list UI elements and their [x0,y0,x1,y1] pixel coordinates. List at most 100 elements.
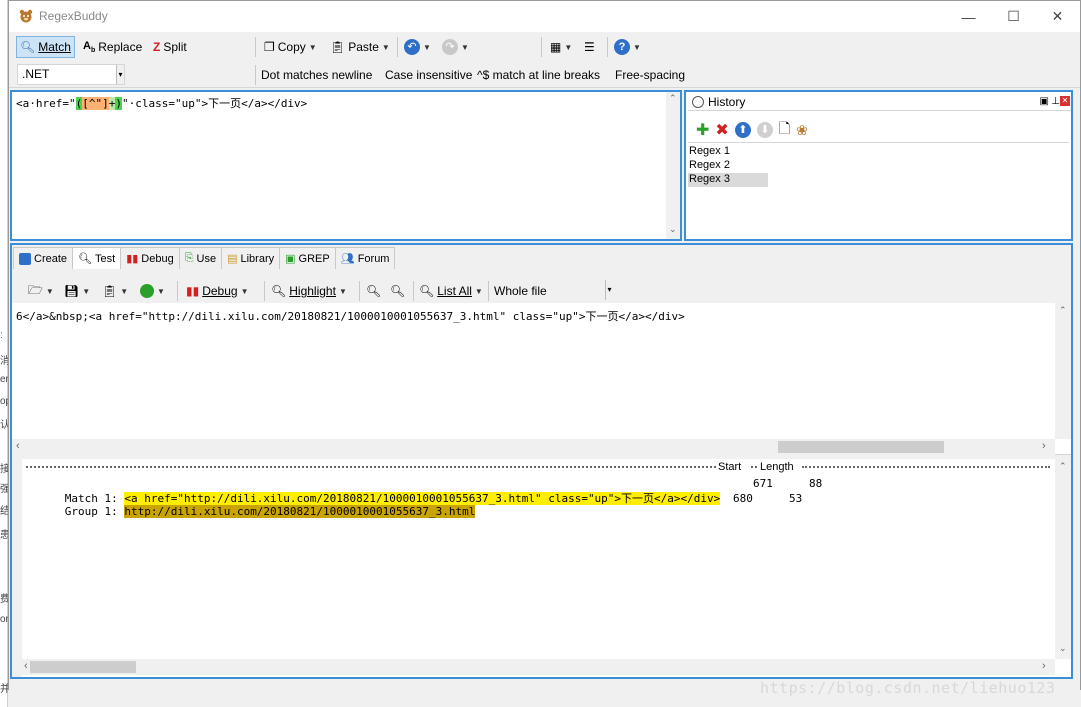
save-icon: 💾︎ [64,284,80,298]
split-button[interactable]: Z Split [150,36,190,58]
tab-bar: Create 🔍︎ Test ▮▮ Debug ⎘ Use ▤ Library … [13,247,396,269]
options-toolbar: .NET ▾ Dot matches newline Case insensit… [9,61,1080,88]
forum-icon: 👥︎ [340,253,355,265]
help-button[interactable]: ? ▼ [611,36,644,58]
tab-library[interactable]: ▤ Library [221,247,281,269]
library-icon: ▤ [227,253,238,265]
tab-create[interactable]: Create [13,247,74,269]
tab-debug[interactable]: ▮▮ Debug [120,247,180,269]
tab-grep[interactable]: ▣ GREP [279,247,336,269]
history-item-selected[interactable]: Regex 3 [688,173,768,187]
highlight-button[interactable]: 🔍︎ Highlight ▼ [268,280,350,302]
scroll-down-icon: ⌄ [669,224,677,234]
test-toolbar: 🗁︎ ▼ 💾︎ ▼ 📋︎ ▼ ▼ ▮▮ Debug ▼ 🔍︎ Highlight ▼ 🔍︎… [19,277,1080,303]
results-header: Start Length [26,461,1052,473]
move-down-icon[interactable]: ⬇ [756,122,773,138]
save-button[interactable]: 💾︎ ▼ [61,280,93,302]
paste-icon: 📋︎ [102,284,118,298]
scroll-left-icon: ‹ [16,440,20,452]
highlight-icon: 🔍︎ [271,284,287,298]
replace-button[interactable]: Ab Replace [80,36,145,58]
regexbuddy-logo-icon [19,9,33,23]
result-row[interactable]: Group 1: http://dili.xilu.com/20180821/1… [25,492,1045,518]
open-file-button[interactable]: 🗁︎ ▼ [25,280,57,302]
add-icon[interactable]: ✚ [696,120,709,140]
zoom-in-icon: 🔍︎ [390,284,406,298]
copy-icon: ❐ [264,40,275,54]
scroll-up-icon: ⌃ [1059,461,1067,471]
history-header: History ▣ ⊥ ✕ [688,93,1071,111]
undo-button[interactable]: ↶ ▼ [401,36,434,58]
history-toolbar: ✚ ✖ ⬆ ⬇ 🗋︎ ❀ [696,118,808,142]
results-panel: Start Length Match 1: <a href="http://di… [12,459,1071,677]
zoom-out-icon: 🔍︎ [366,284,382,298]
scope-select[interactable]: Whole file ▾ [491,280,613,302]
restore-icon[interactable]: ▣ [1040,96,1049,107]
scroll-up-icon: ⌃ [1059,305,1067,315]
line-breaks-toggle[interactable]: ^$ match at line breaks [474,64,603,86]
test-subject-editor[interactable]: 6</a>&nbsp;<a href="http://dili.xilu.com… [12,303,1071,455]
scroll-right-icon: › [1042,440,1046,452]
debug-button[interactable]: ▮▮ Debug ▼ [183,280,252,302]
paste-test-button[interactable]: 📋︎ ▼ [99,280,131,302]
zoom-out-button[interactable]: 🔍︎ [363,280,384,302]
results-hscrollbar[interactable]: ‹ › [22,659,1055,675]
create-icon [19,252,31,265]
list-view-button[interactable]: ☰ [581,36,598,58]
scroll-thumb[interactable] [778,441,944,453]
test-subject-text: 6</a>&nbsp;<a href="http://dili.xilu.com… [16,310,685,323]
scroll-up-icon: ⌃ [669,93,677,103]
magnifier-icon: 🔍︎ [78,253,92,265]
test-vscrollbar[interactable]: ⌃ [1055,303,1071,439]
layout-button[interactable]: ▦ ▼ [547,36,575,58]
close-button[interactable]: ✕ [1035,1,1080,32]
list-all-button[interactable]: 🔍︎ List All ▼ [416,280,486,302]
regex-vscrollbar[interactable]: ⌃ ⌄ [666,92,680,239]
delete-icon[interactable]: ✖ [715,120,728,140]
scroll-thumb[interactable] [30,661,136,673]
paste-button[interactable]: 📋︎ Paste ▼ [327,36,393,58]
col-length: Length [760,461,794,473]
free-spacing-toggle[interactable]: Free-spacing [612,64,688,86]
pin-icon[interactable]: ⊥ [1051,96,1060,107]
chevron-down-icon: ▾ [116,65,124,84]
list-icon: ☰ [584,40,595,54]
history-item[interactable]: Regex 2 [688,159,768,173]
tab-use[interactable]: ⎘ Use [178,247,223,269]
result-row[interactable]: Match 1: <a href="http://dili.xilu.com/2… [25,477,1045,505]
list-search-icon: 🔍︎ [419,284,435,298]
maximize-button[interactable]: ☐ [991,1,1036,32]
regex-editor[interactable]: <a·href="([^"]+)"·class="up">下一页</a></di… [10,90,682,241]
copy-button[interactable]: ❐ Copy ▼ [261,36,320,58]
regex-text: <a·href="([^"]+)"·class="up">下一页</a></di… [16,97,308,110]
redo-button[interactable]: ↷ ▼ [439,36,472,58]
window-title: RegexBuddy [39,9,108,23]
move-up-icon[interactable]: ⬆ [734,122,751,138]
chevron-down-icon: ▾ [605,280,613,300]
zoom-in-button[interactable]: 🔍︎ [387,280,408,302]
globe-icon [140,284,154,298]
new-document-icon[interactable]: 🗋︎ [779,118,790,142]
results-vscrollbar[interactable]: ⌃ ⌄ [1055,459,1071,659]
grid-icon: ▦ [550,40,562,54]
web-button[interactable]: ▼ [137,280,168,302]
close-icon[interactable]: ✕ [1060,96,1070,106]
help-icon: ? [614,39,630,55]
match-button[interactable]: 🔍︎ Match [16,36,75,58]
test-hscrollbar[interactable]: ‹ › [12,439,1055,455]
history-panel: History ▣ ⊥ ✕ ✚ ✖ ⬆ ⬇ 🗋︎ ❀ Regex 1 Regex… [684,90,1073,241]
tab-forum[interactable]: 👥︎ Forum [334,247,396,269]
scroll-right-icon: › [1042,660,1046,672]
tab-test[interactable]: 🔍︎ Test [72,247,122,269]
flavor-select[interactable]: .NET ▾ [17,64,125,85]
dot-matches-newline-toggle[interactable]: Dot matches newline [258,64,375,86]
minimize-button[interactable]: — [946,1,991,32]
debug-icon: ▮▮ [186,284,200,298]
watermark: https://blog.csdn.net/liehuo123 [760,679,1056,697]
history-item[interactable]: Regex 1 [688,145,768,159]
split-icon: Z [153,40,161,54]
scroll-left-icon: ‹ [24,660,28,672]
case-insensitive-toggle[interactable]: Case insensitive [382,64,475,86]
regexbuddy-window: RegexBuddy — ☐ ✕ 🔍︎ Match Ab Replace Z S… [8,0,1081,690]
regexbuddy-icon[interactable]: ❀ [796,122,808,139]
